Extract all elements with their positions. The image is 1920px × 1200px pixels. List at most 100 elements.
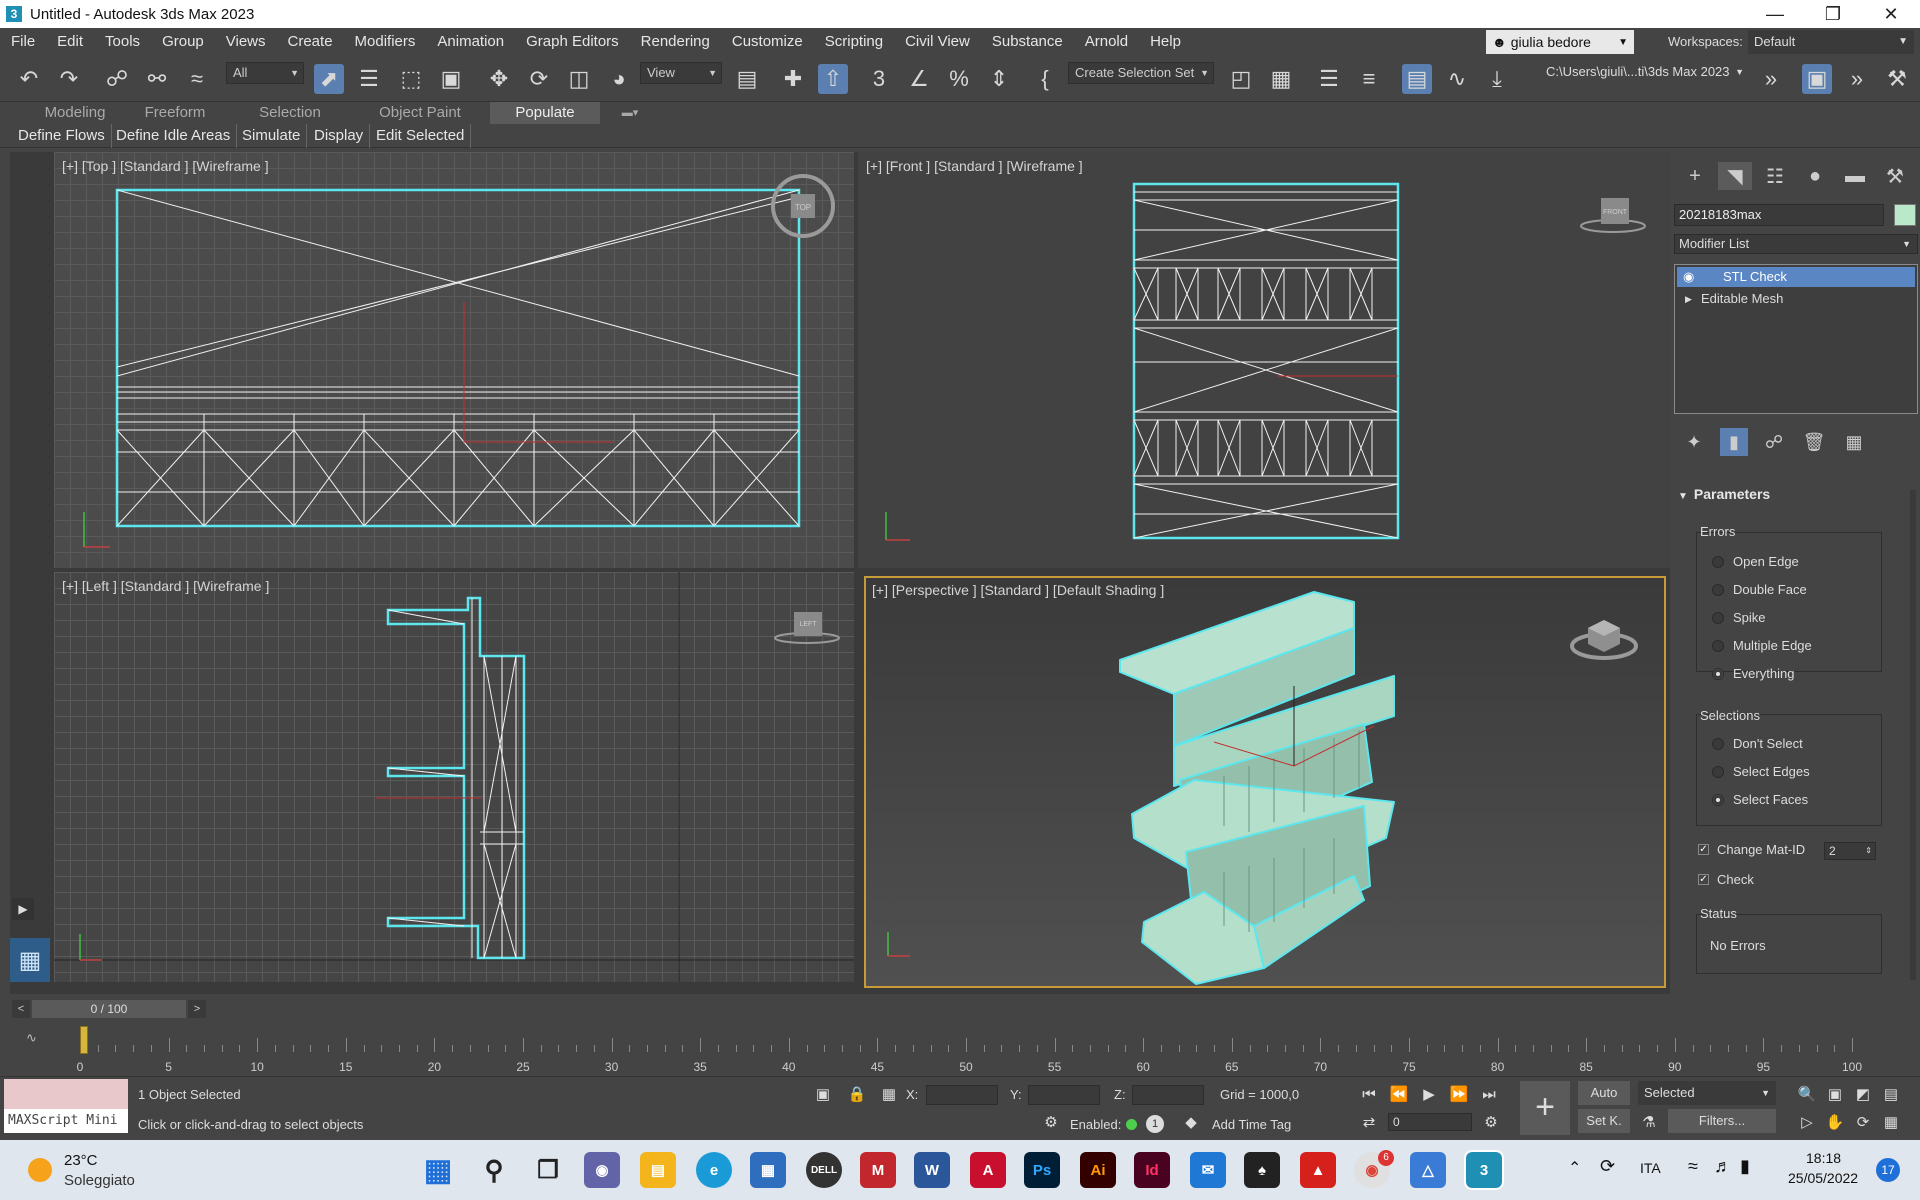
mini-curve-editor-icon[interactable]: ∿ [26,1030,37,1046]
pan-hand-icon[interactable]: ✋ [1824,1111,1846,1133]
pin-stack-icon[interactable]: ✦ [1680,428,1708,456]
radio-select-faces[interactable]: Select Faces [1712,792,1808,807]
tab-object-paint[interactable]: Object Paint [364,102,476,124]
move-icon[interactable]: ✥ [484,64,514,94]
rotate-icon[interactable]: ⟳ [524,64,554,94]
keyboard-shortcut-override-icon[interactable]: ⇧ [818,64,848,94]
check-checkbox[interactable]: ✓ Check [1698,872,1754,887]
key-mode-icon[interactable]: ⇄ [1358,1111,1380,1133]
selection-filter-dropdown[interactable]: All ▼ [226,62,304,84]
edge-icon[interactable]: e [696,1152,732,1188]
sync-icon[interactable]: ⟳ [1600,1156,1615,1177]
angle-snap-icon[interactable]: ∠ [904,64,934,94]
time-configuration-icon[interactable]: ⚙ [1480,1111,1502,1133]
simulate-button[interactable]: Simulate [236,124,308,148]
unlink-icon[interactable]: ⚯ [142,64,172,94]
left-viewport[interactable]: [+] [Left ] [Standard ] [Wireframe ] LEF… [54,572,854,982]
modify-tab-icon[interactable]: ◥ [1718,162,1752,190]
scene-explorer-icon[interactable]: ☰ [1314,64,1344,94]
time-cursor[interactable] [80,1026,88,1054]
stack-item-stl-check[interactable]: ◉ STL Check [1677,267,1915,287]
set-key-button[interactable]: Set K. [1578,1109,1630,1133]
radio-everything[interactable]: Everything [1712,666,1794,681]
tab-selection[interactable]: Selection [240,102,340,124]
perspective-viewport[interactable]: [+] [Perspective ] [Standard ] [Default … [864,576,1666,988]
link-icon[interactable]: ☍ [102,64,132,94]
menu-arnold[interactable]: Arnold [1074,28,1139,56]
mat-id-spinner[interactable]: 2 ⇕ [1824,842,1876,860]
adaptive-degradation-icon[interactable]: ⚙ [1040,1111,1062,1133]
rectangular-selection-icon[interactable]: ⬚ [396,64,426,94]
next-frame-icon[interactable]: ⏩ [1448,1083,1470,1105]
viewport-label-perspective[interactable]: [+] [Perspective ] [Standard ] [Default … [872,582,1164,598]
front-viewport[interactable]: [+] [Front ] [Standard ] [Wireframe ] FR… [858,152,1670,568]
menu-rendering[interactable]: Rendering [630,28,721,56]
hierarchy-tab-icon[interactable]: ☷ [1758,162,1792,190]
user-account-dropdown[interactable]: ☻ giulia bedore ▼ [1486,30,1634,54]
play-animation-icon[interactable]: ▶ [1418,1083,1440,1105]
maxscript-listener-box[interactable] [4,1079,128,1109]
word-icon[interactable]: W [914,1152,950,1188]
rhino-icon[interactable]: ♠ [1244,1152,1280,1188]
radio-double-face[interactable]: Double Face [1712,582,1807,597]
align-icon[interactable]: ▦ [1266,64,1296,94]
expand-toolbar-icon[interactable]: » [1756,64,1786,94]
battery-icon[interactable]: ▮ [1740,1156,1750,1177]
top-viewport[interactable]: [+] [Top ] [Standard ] [Wireframe ] TOP [54,152,854,568]
auto-key-button[interactable]: Auto [1578,1081,1630,1105]
mail-icon[interactable]: ✉ [1190,1152,1226,1188]
time-next-icon[interactable]: > [188,1000,206,1018]
snaps-toggle-icon[interactable]: 3 [864,64,894,94]
clock-time[interactable]: 18:18 [1806,1150,1841,1166]
weather-sun-icon[interactable] [28,1158,52,1182]
spinner-snap-icon[interactable]: ⇕ [984,64,1014,94]
viewcube-front[interactable]: FRONT [1578,192,1648,242]
command-panel-scrollbar[interactable] [1910,490,1916,980]
restore-icon[interactable]: ❐ [1804,0,1862,28]
weather-temp[interactable]: 23°C [64,1152,98,1169]
x-coordinate-field[interactable] [926,1085,998,1105]
eye-icon[interactable]: ◉ [1683,267,1694,287]
task-view-icon[interactable]: ❐ [530,1152,566,1188]
redo-icon[interactable]: ↷ [54,64,84,94]
menu-substance[interactable]: Substance [981,28,1074,56]
tab-modeling[interactable]: Modeling [10,102,140,124]
parameters-rollout[interactable]: ▼ Parameters [1678,486,1770,502]
show-end-result-icon[interactable]: ▮ [1720,428,1748,456]
menu-file[interactable]: File [0,28,46,56]
pivot-center-icon[interactable]: ▤ [732,64,762,94]
ribbon-options-icon[interactable]: ▬▾ [612,102,648,124]
spinner-arrows-icon[interactable]: ⇕ [1865,843,1872,859]
render-setup-icon[interactable]: ⤓ [1482,64,1512,94]
timeline-track[interactable] [80,1026,1853,1054]
volume-icon[interactable]: ♬ [1714,1156,1732,1177]
menu-customize[interactable]: Customize [721,28,814,56]
acrobat-icon[interactable]: ▲ [1300,1152,1336,1188]
menu-modifiers[interactable]: Modifiers [344,28,427,56]
motion-tab-icon[interactable]: ● [1798,162,1832,190]
z-coordinate-field[interactable] [1132,1085,1204,1105]
percent-snap-icon[interactable]: % [944,64,974,94]
radio-multiple-edge[interactable]: Multiple Edge [1712,638,1812,653]
add-time-tag[interactable]: Add Time Tag [1212,1117,1291,1132]
menu-create[interactable]: Create [277,28,344,56]
placement-icon[interactable]: ◕ [604,64,634,94]
zoom-icon[interactable]: 🔍 [1796,1083,1818,1105]
app-icon[interactable]: 3 [6,6,22,22]
expand-toolbar-icon[interactable]: » [1842,64,1872,94]
enabled-count[interactable]: 1 [1146,1115,1164,1133]
menu-scripting[interactable]: Scripting [814,28,894,56]
selection-lock-icon[interactable]: 🔒 [846,1083,868,1105]
define-flows-button[interactable]: Define Flows [12,124,112,148]
tab-freeform[interactable]: Freeform [140,102,210,124]
menu-civil-view[interactable]: Civil View [894,28,981,56]
create-tab-icon[interactable]: + [1678,162,1712,190]
create-selection-set-dropdown[interactable]: Create Selection Set ▼ [1068,62,1214,84]
previous-frame-icon[interactable]: ⏪ [1388,1083,1410,1105]
ribbon-toggle-icon[interactable]: ▤ [1402,64,1432,94]
viewcube-top[interactable]: TOP [768,174,838,238]
remove-modifier-icon[interactable]: 🗑 [1800,428,1828,456]
select-object-icon[interactable]: ⬈ [314,64,344,94]
viewcube-perspective[interactable] [1570,606,1640,660]
scale-icon[interactable]: ◫ [564,64,594,94]
